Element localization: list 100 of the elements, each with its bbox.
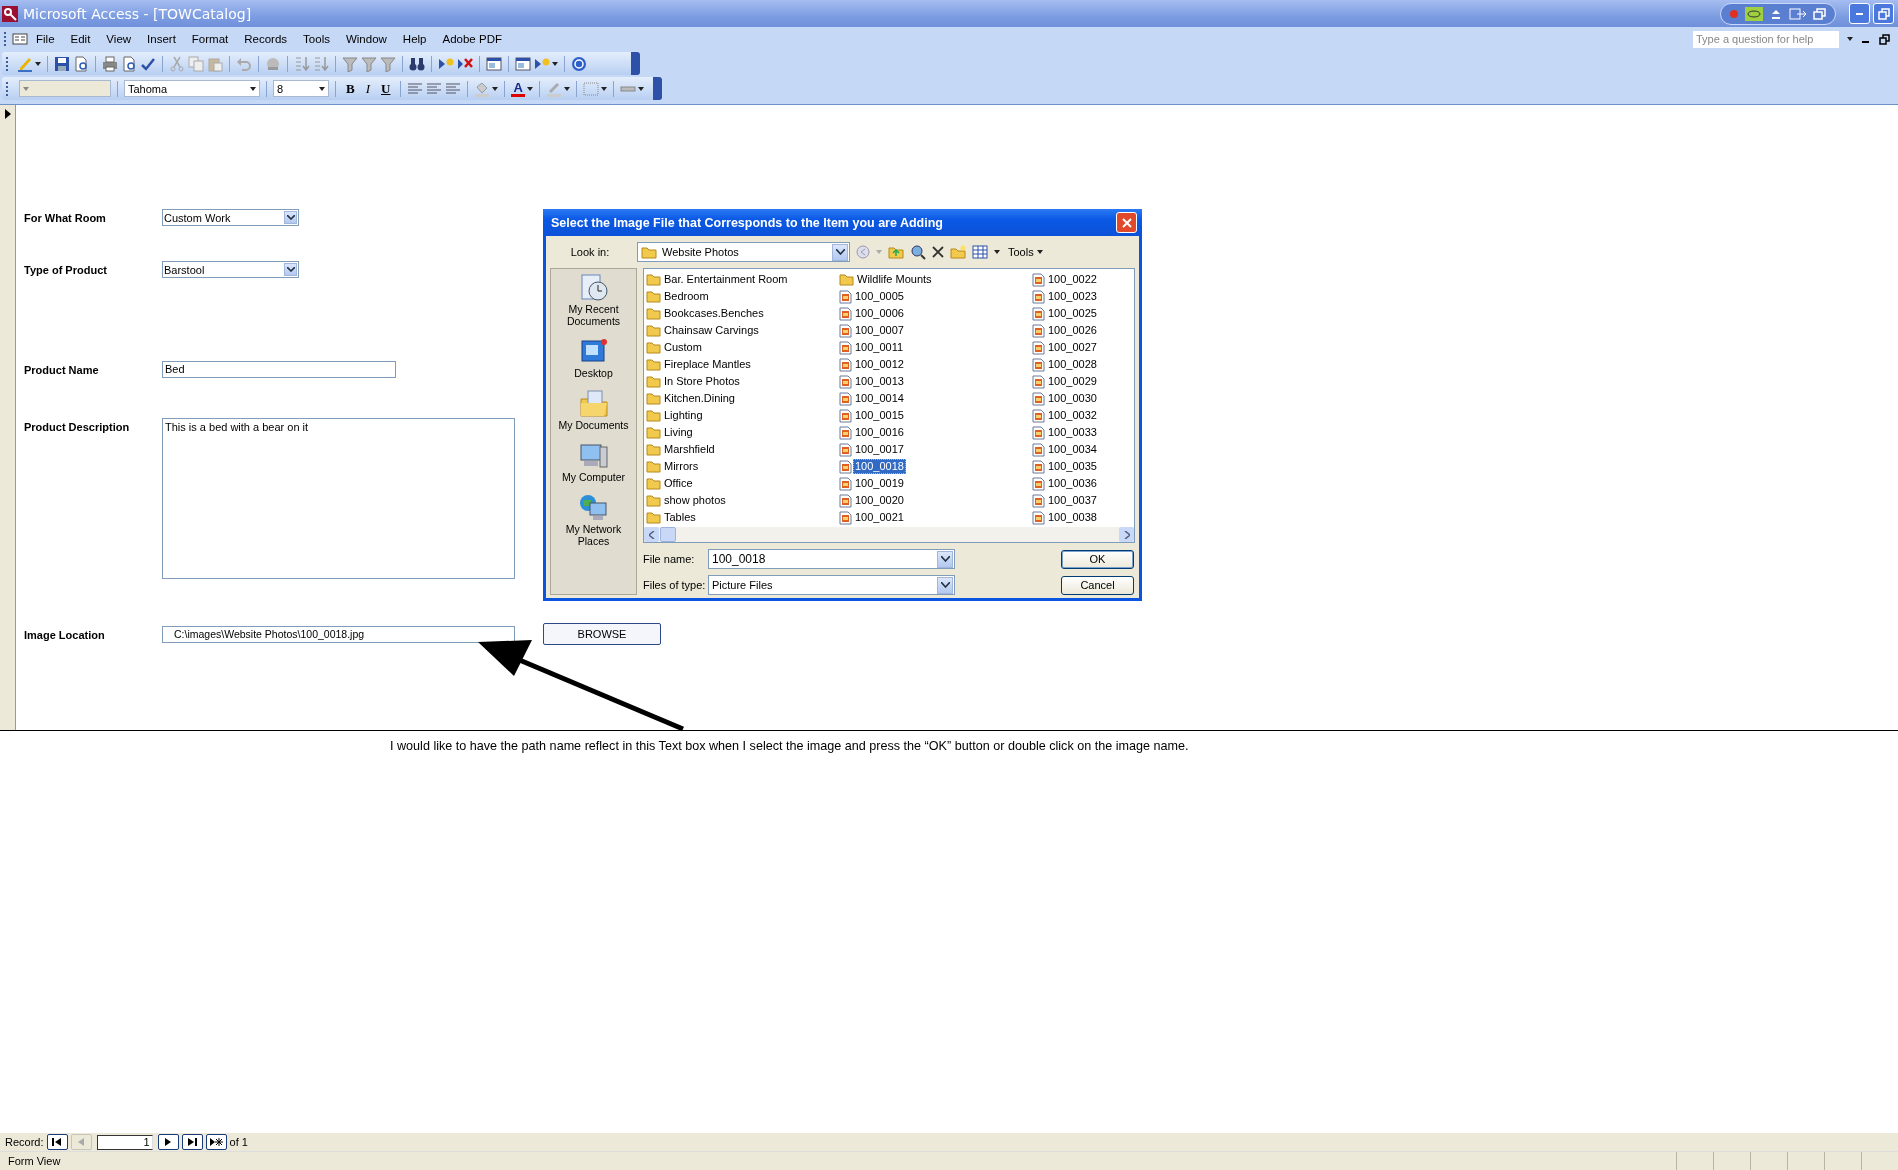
folder-entry[interactable]: Chainsaw Carvings [646,322,761,339]
globe-icon[interactable] [265,55,281,72]
photo-entry[interactable]: 100_0029 [1032,373,1099,390]
photo-entry[interactable]: 100_0014 [839,390,906,407]
sort-ascending-icon[interactable] [294,55,310,72]
places-item[interactable]: My Recent Documents [553,271,634,333]
dropdown-arrow-button[interactable] [832,243,848,261]
photo-entry[interactable]: 100_0034 [1032,441,1099,458]
print-preview-icon[interactable] [121,55,137,72]
photo-entry[interactable]: 100_0030 [1032,390,1099,407]
menu-item[interactable]: Window [337,33,395,45]
places-item[interactable]: My Computer [553,439,634,489]
font-dropdown[interactable]: Tahoma [124,80,260,97]
folder-entry[interactable]: show photos [646,492,728,509]
photo-entry[interactable]: 100_0038 [1032,509,1099,526]
menu-item[interactable]: Tools [295,33,338,45]
dropdown-arrow-button[interactable] [937,576,953,594]
places-item[interactable]: My Documents [553,387,634,437]
folder-entry[interactable]: Kitchen.Dining [646,390,737,407]
text-field[interactable]: Bed [162,361,396,378]
folder-entry[interactable]: Mirrors [646,458,701,475]
caret-icon[interactable] [1847,37,1853,41]
first-record-button[interactable] [46,1134,68,1150]
menu-item[interactable]: Help [394,33,435,45]
menu-item[interactable]: Insert [139,33,184,45]
photo-entry[interactable]: 100_0021 [839,509,906,526]
folder-entry[interactable]: Bedroom [646,288,711,305]
look-in-dropdown[interactable]: Website Photos [637,242,850,262]
photo-entry[interactable]: 100_0019 [839,475,906,492]
photo-entry[interactable]: 100_0025 [1032,305,1099,322]
properties-icon[interactable] [486,55,502,72]
close-button[interactable] [1116,212,1137,233]
record-number-field[interactable]: 1 [96,1134,153,1150]
text-area[interactable]: This is a bed with a bear on it [162,418,515,579]
photo-entry[interactable]: 100_0023 [1032,288,1099,305]
caret-icon[interactable] [526,86,533,91]
caret-icon[interactable] [600,86,607,91]
up-folder-icon[interactable] [888,245,904,259]
caret-icon[interactable] [552,61,558,66]
photo-entry[interactable]: 100_0032 [1032,407,1099,424]
dropdown-arrow-button[interactable] [284,263,297,276]
combo-box[interactable]: Custom Work [162,209,299,226]
style-button[interactable]: B [342,80,359,97]
photo-entry[interactable]: 100_0007 [839,322,906,339]
scroll-right-button[interactable] [1119,527,1134,542]
folder-entry[interactable]: Marshfield [646,441,717,458]
caret-icon[interactable] [637,86,644,91]
photo-entry[interactable]: 100_0036 [1032,475,1099,492]
photo-entry[interactable]: 100_0020 [839,492,906,509]
folder-entry[interactable]: Wildlife Mounts [839,271,934,288]
photo-entry[interactable]: 100_0037 [1032,492,1099,509]
photo-entry[interactable]: 100_0011 [839,339,906,356]
ruler-pencil-icon[interactable] [17,55,33,72]
align-center-icon[interactable] [426,80,443,97]
menu-item[interactable]: Edit [62,33,99,45]
folder-entry[interactable]: Bar. Entertainment Room [646,271,790,288]
export-icon[interactable] [1789,7,1807,20]
restore-button[interactable] [1873,3,1894,24]
dropdown-arrow-button[interactable] [937,550,953,568]
menu-item[interactable]: Adobe PDF [434,33,510,45]
photo-entry[interactable]: 100_0028 [1032,356,1099,373]
style-button[interactable]: I [361,80,374,97]
folder-entry[interactable]: Tables [646,509,698,526]
menu-item[interactable]: Format [183,33,237,45]
photo-entry[interactable]: 100_0015 [839,407,906,424]
restore-icon[interactable] [1879,33,1890,45]
align-right-icon[interactable] [445,80,462,97]
apply-filter-icon[interactable] [380,55,396,72]
ok-button[interactable]: OK [1061,549,1134,569]
scroll-thumb[interactable] [660,527,676,542]
save-icon[interactable] [54,55,70,72]
horizontal-scrollbar[interactable] [644,527,1134,542]
sort-descending-icon[interactable] [313,55,329,72]
record-dot-icon[interactable] [1729,8,1739,19]
filter-form-icon[interactable] [361,55,377,72]
photo-entry[interactable]: 100_0012 [839,356,906,373]
form-icon[interactable] [12,33,28,45]
cancel-button[interactable]: Cancel [1061,575,1134,595]
menu-item[interactable]: Records [236,33,296,45]
tools-menu[interactable]: Tools [1006,246,1045,258]
folder-entry[interactable]: Office [646,475,695,492]
file-type-dropdown[interactable]: Picture Files [708,575,955,595]
record-selector[interactable] [0,105,16,730]
views-icon[interactable] [972,245,988,259]
photo-entry[interactable]: 100_0005 [839,288,906,305]
font-color-button[interactable]: A [511,80,525,97]
print-icon[interactable] [102,55,118,72]
photo-entry[interactable]: 100_0026 [1032,322,1099,339]
folder-entry[interactable]: Bookcases.Benches [646,305,766,322]
style-button[interactable]: U [377,80,395,97]
photo-entry[interactable]: 100_0017 [839,441,906,458]
photo-entry[interactable]: 100_0035 [1032,458,1099,475]
folder-entry[interactable]: Living [646,424,695,441]
folder-entry[interactable]: Lighting [646,407,705,424]
eject-icon[interactable] [1769,7,1783,20]
help-icon[interactable] [571,55,587,72]
caret-icon[interactable] [492,86,499,91]
new-record-button[interactable] [205,1134,227,1150]
fill-color-icon[interactable] [474,80,491,97]
minimize-button[interactable] [1849,3,1870,24]
